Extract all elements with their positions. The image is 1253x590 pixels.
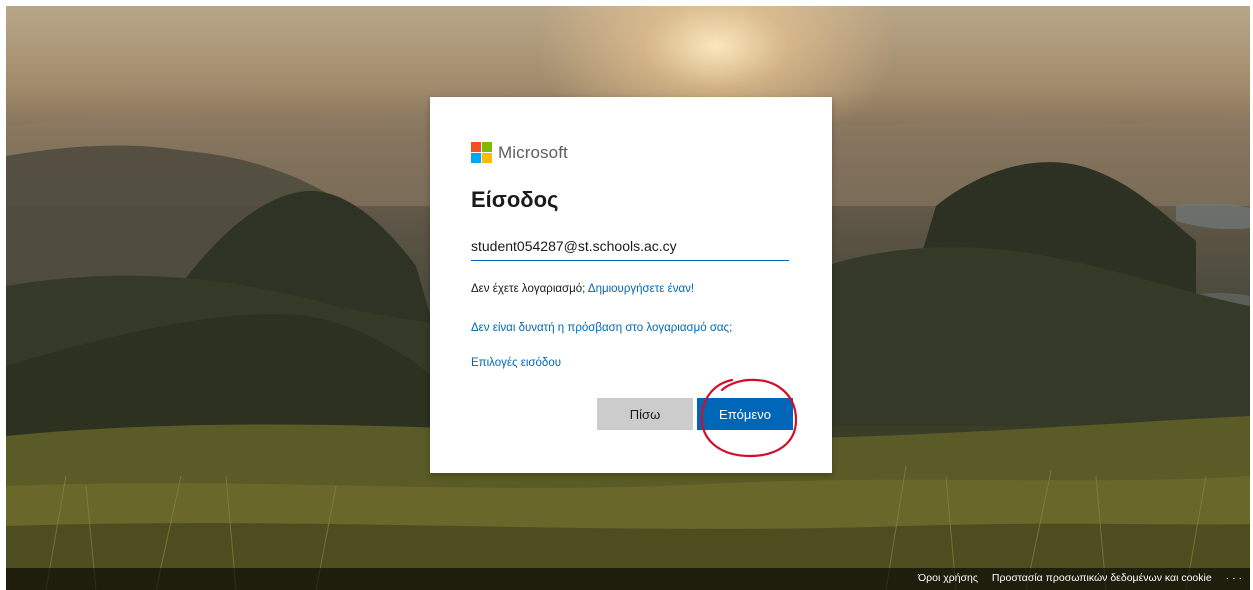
- no-account-text: Δεν έχετε λογαριασμό;: [471, 283, 586, 295]
- brand-name: Microsoft: [498, 142, 568, 162]
- no-account-line: Δεν έχετε λογαριασμό; Δημιουργήσετε έναν…: [471, 283, 694, 295]
- page-title: Είσοδος: [471, 187, 559, 212]
- more-options-icon[interactable]: · · ·: [1226, 572, 1242, 584]
- footer-bar: Όροι χρήσης Προστασία προσωπικών δεδομέν…: [6, 568, 1250, 590]
- logo-square-blue: [471, 153, 481, 163]
- logo-square-yellow: [482, 153, 492, 163]
- next-button[interactable]: Επόμενο: [697, 398, 793, 430]
- create-account-link[interactable]: Δημιουργήσετε έναν!: [588, 283, 694, 295]
- signin-options-link[interactable]: Επιλογές εισόδου: [471, 357, 561, 369]
- cant-access-account-link[interactable]: Δεν είναι δυνατή η πρόσβαση στο λογαριασ…: [471, 322, 732, 334]
- background-landscape: Microsoft Είσοδος student054287@st.schoo…: [6, 6, 1250, 590]
- logo-square-green: [482, 142, 492, 152]
- windows-logo-icon: [471, 142, 492, 163]
- email-field[interactable]: student054287@st.schools.ac.cy: [471, 232, 789, 261]
- back-button[interactable]: Πίσω: [597, 398, 693, 430]
- logo-square-red: [471, 142, 481, 152]
- footer-links: Όροι χρήσης Προστασία προσωπικών δεδομέν…: [918, 572, 1242, 584]
- signin-dialog: Microsoft Είσοδος student054287@st.schoo…: [430, 97, 832, 473]
- microsoft-logo: Microsoft: [471, 142, 568, 163]
- terms-link[interactable]: Όροι χρήσης: [918, 572, 978, 584]
- privacy-cookies-link[interactable]: Προστασία προσωπικών δεδομένων και cooki…: [992, 572, 1212, 584]
